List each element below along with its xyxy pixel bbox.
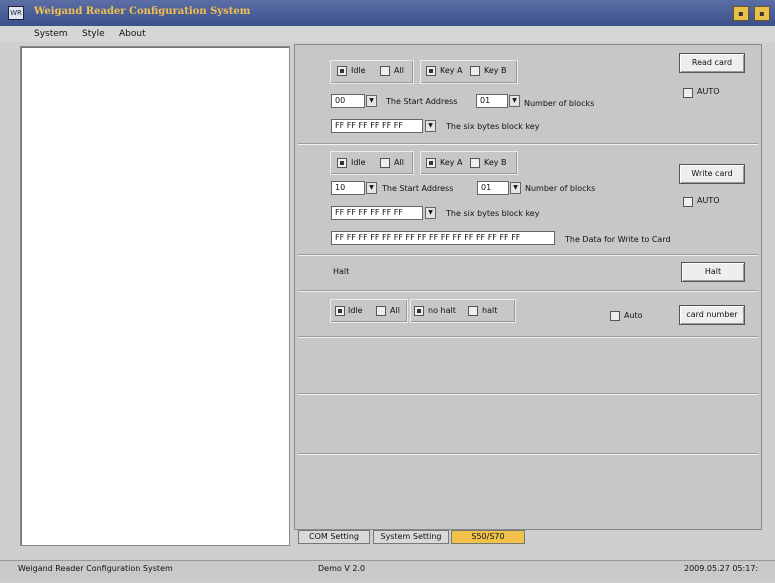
app-icon: WR xyxy=(8,6,24,20)
cardnum-auto-checkbox[interactable] xyxy=(610,311,620,321)
write-blocks-dropdown[interactable]: ▼ xyxy=(510,182,521,194)
read-key-dropdown[interactable]: ▼ xyxy=(425,120,436,132)
write-card-button[interactable]: Write card xyxy=(679,164,745,184)
title-bar[interactable]: WR Weigand Reader Configuration System ▪… xyxy=(0,0,775,26)
read-blocks-label: Number of blocks xyxy=(524,99,595,108)
read-blocks-dropdown[interactable]: ▼ xyxy=(509,95,520,107)
cardnum-halt-group xyxy=(410,299,516,323)
write-data-label: The Data for Write to Card xyxy=(565,235,671,244)
write-auto-label: AUTO xyxy=(697,196,720,205)
cardnum-halt-checkbox[interactable] xyxy=(468,306,478,316)
read-key-label: The six bytes block key xyxy=(446,122,540,131)
status-bar: Weigand Reader Configuration System Demo… xyxy=(0,560,775,579)
read-card-button[interactable]: Read card xyxy=(679,53,745,73)
write-key-input[interactable]: FF FF FF FF FF FF xyxy=(331,206,423,220)
read-key-input[interactable]: FF FF FF FF FF FF xyxy=(331,119,423,133)
divider xyxy=(298,143,758,145)
close-button[interactable]: ▪ xyxy=(754,6,770,21)
menu-bar: System Style About xyxy=(0,26,775,42)
write-blocks-label: Number of blocks xyxy=(525,184,596,193)
status-datetime: 2009.05.27 05:17: xyxy=(684,564,759,573)
divider xyxy=(298,254,758,256)
write-all-checkbox[interactable] xyxy=(380,158,390,168)
read-keyb-checkbox[interactable] xyxy=(470,66,480,76)
write-start-address-input[interactable]: 10 xyxy=(331,181,365,195)
cardnum-auto-label: Auto xyxy=(624,311,643,320)
menu-about[interactable]: About xyxy=(119,27,146,41)
cardnum-idle-label: Idle xyxy=(348,306,363,315)
write-keyb-label: Key B xyxy=(484,158,507,167)
write-start-address-label: The Start Address xyxy=(382,184,454,193)
read-start-address-label: The Start Address xyxy=(386,97,458,106)
write-keyb-checkbox[interactable] xyxy=(470,158,480,168)
read-keya-label: Key A xyxy=(440,66,463,75)
write-key-dropdown[interactable]: ▼ xyxy=(425,207,436,219)
cardnum-halt-label: halt xyxy=(482,306,498,315)
menu-style[interactable]: Style xyxy=(82,27,105,41)
tab-system-setting[interactable]: System Setting xyxy=(373,530,449,544)
device-tree-panel[interactable] xyxy=(20,46,290,546)
read-keya-checkbox[interactable] xyxy=(426,66,436,76)
write-key-label: The six bytes block key xyxy=(446,209,540,218)
read-start-address-dropdown[interactable]: ▼ xyxy=(366,95,377,107)
write-keya-label: Key A xyxy=(440,158,463,167)
read-auto-label: AUTO xyxy=(697,87,720,96)
tab-s50-s70[interactable]: S50/S70 xyxy=(451,530,525,544)
write-data-input[interactable]: FF FF FF FF FF FF FF FF FF FF FF FF FF F… xyxy=(331,231,555,245)
cardnum-all-checkbox[interactable] xyxy=(376,306,386,316)
write-all-label: All xyxy=(394,158,404,167)
write-blocks-input[interactable]: 01 xyxy=(477,181,509,195)
minimize-button[interactable]: ▪ xyxy=(733,6,749,21)
cardnum-idle-checkbox[interactable] xyxy=(335,306,345,316)
s50-s70-panel xyxy=(294,44,762,530)
halt-label: Halt xyxy=(333,267,350,276)
read-idle-label: Idle xyxy=(351,66,366,75)
divider xyxy=(298,453,758,455)
read-keyb-label: Key B xyxy=(484,66,507,75)
write-keya-checkbox[interactable] xyxy=(426,158,436,168)
read-start-address-input[interactable]: 00 xyxy=(331,94,365,108)
card-number-button[interactable]: card number xyxy=(679,305,745,325)
status-version: Demo V 2.0 xyxy=(318,564,366,573)
tab-com-setting[interactable]: COM Setting xyxy=(298,530,370,544)
write-idle-checkbox[interactable] xyxy=(337,158,347,168)
write-idle-label: Idle xyxy=(351,158,366,167)
halt-button[interactable]: Halt xyxy=(681,262,745,282)
menu-system[interactable]: System xyxy=(34,27,68,41)
read-all-label: All xyxy=(394,66,404,75)
divider xyxy=(298,393,758,395)
read-blocks-input[interactable]: 01 xyxy=(476,94,508,108)
cardnum-all-label: All xyxy=(390,306,400,315)
cardnum-nohalt-checkbox[interactable] xyxy=(414,306,424,316)
window-title: Weigand Reader Configuration System xyxy=(34,6,251,17)
status-app-name: Weigand Reader Configuration System xyxy=(18,564,173,573)
read-auto-checkbox[interactable] xyxy=(683,88,693,98)
read-idle-checkbox[interactable] xyxy=(337,66,347,76)
divider xyxy=(298,290,758,292)
divider xyxy=(298,336,758,338)
cardnum-nohalt-label: no halt xyxy=(428,306,456,315)
write-auto-checkbox[interactable] xyxy=(683,197,693,207)
write-start-address-dropdown[interactable]: ▼ xyxy=(366,182,377,194)
read-all-checkbox[interactable] xyxy=(380,66,390,76)
